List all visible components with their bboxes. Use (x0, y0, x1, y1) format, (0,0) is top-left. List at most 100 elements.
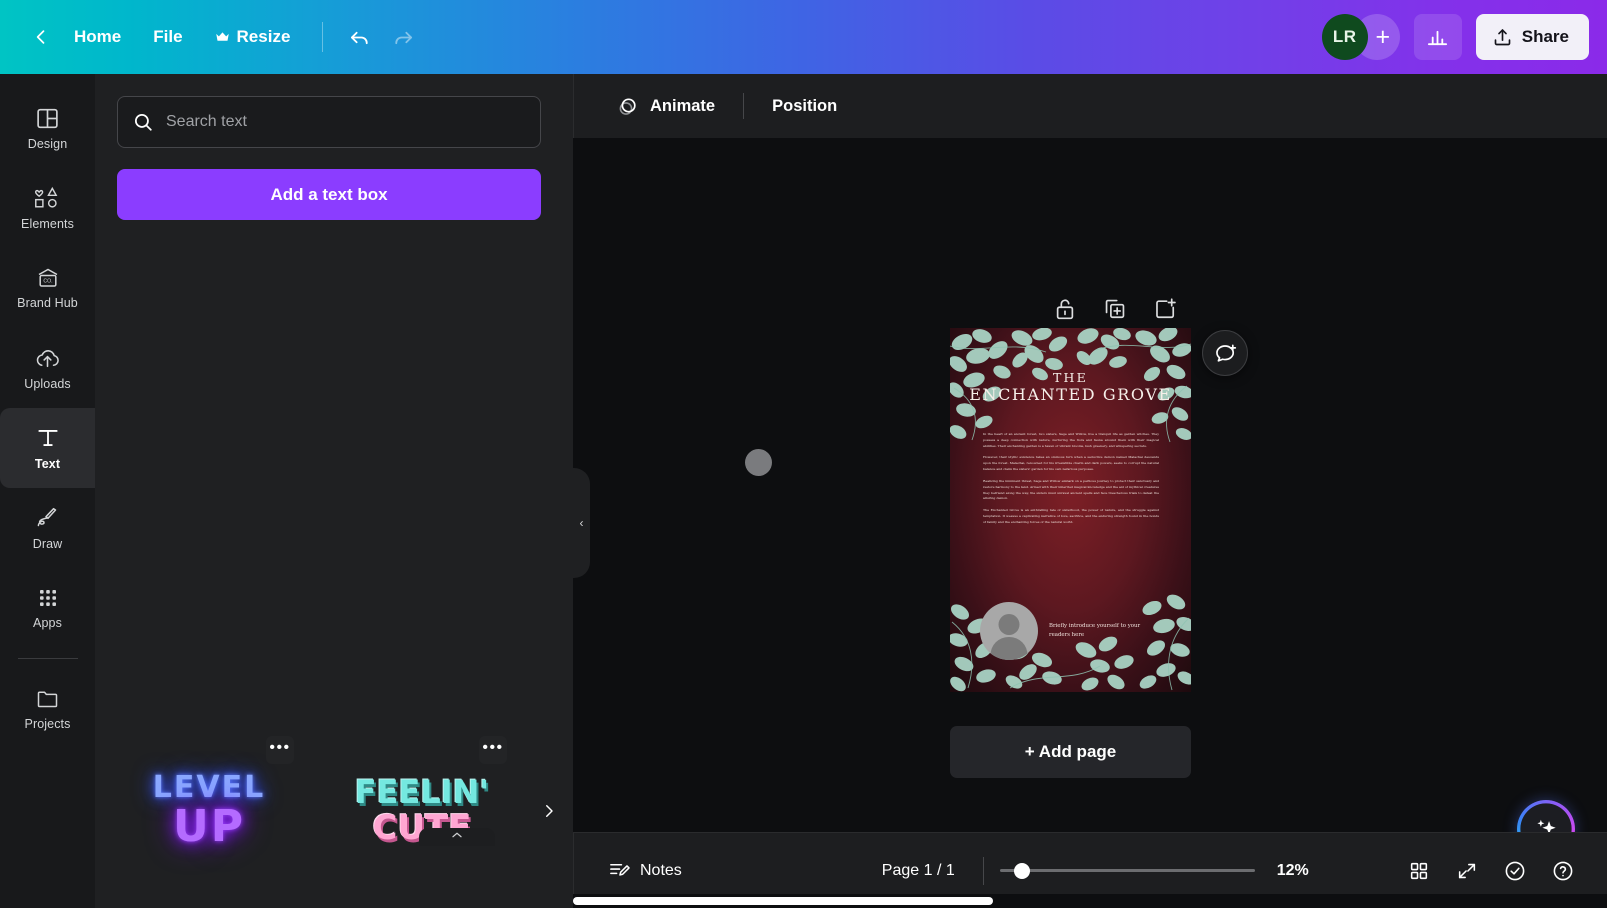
file-menu[interactable]: File (137, 18, 198, 56)
zoom-thumb[interactable] (1013, 862, 1030, 879)
poster-title-line1: THE (1053, 370, 1088, 385)
carousel-next-button[interactable] (533, 791, 565, 831)
poster-title: THE ENCHANTED GROVE (950, 370, 1191, 405)
file-label: File (153, 27, 183, 46)
sidebar-label-projects: Projects (24, 717, 71, 731)
add-text-box-button[interactable]: Add a text box (117, 169, 541, 220)
poster-paragraph-2: However, their idyllic existence takes a… (983, 455, 1159, 472)
sidebar-label-elements: Elements (21, 216, 74, 231)
design-page-1[interactable]: THE ENCHANTED GROVE In the heart of an a… (950, 328, 1191, 692)
duplicate-page-icon[interactable] (1102, 296, 1130, 324)
resize-menu[interactable]: Resize (199, 18, 307, 56)
bar-chart-icon (1426, 26, 1449, 49)
profile-avatar-placeholder (980, 602, 1038, 660)
insights-button[interactable] (1413, 14, 1462, 60)
animate-button[interactable]: Animate (600, 85, 731, 127)
undo-button[interactable] (339, 16, 381, 58)
redo-button[interactable] (381, 16, 423, 58)
sidebar-item-draw[interactable]: Draw (0, 488, 95, 568)
text-style-carousel: ••• LEVEL UP ••• FEELIN' CUTE (95, 706, 573, 886)
add-page-button[interactable]: + Add page (950, 726, 1191, 778)
canvas-toolbar: Animate Position (573, 74, 1607, 138)
zoom-track (999, 869, 1255, 872)
position-button[interactable]: Position (756, 85, 853, 127)
projects-icon (35, 687, 61, 711)
text-style-card-feelin-cute[interactable]: ••• FEELIN' CUTE (333, 736, 511, 886)
zoom-slider[interactable] (999, 861, 1255, 881)
sidebar-label-text: Text (34, 457, 61, 471)
svg-text:CO.: CO. (43, 279, 52, 285)
lock-icon[interactable] (1052, 296, 1080, 324)
expand-icon (1456, 860, 1478, 882)
sidebar-item-design[interactable]: Design (0, 88, 95, 168)
notes-icon (608, 859, 631, 882)
help-icon (1551, 859, 1575, 883)
saved-status-button[interactable] (1493, 849, 1537, 893)
sidebar-item-elements[interactable]: Elements (0, 168, 95, 248)
poster-paragraph-3: Realizing the imminent threat, Sage and … (983, 478, 1159, 501)
fullscreen-button[interactable] (1445, 849, 1489, 893)
profile-text: Briefly introduce yourself to your reade… (1049, 622, 1141, 638)
search-input[interactable] (166, 113, 526, 131)
add-page-icon[interactable] (1152, 296, 1180, 324)
poster-title-line2: ENCHANTED GROVE (969, 385, 1172, 405)
share-label: Share (1521, 27, 1569, 46)
sidebar-item-text[interactable]: Text (0, 408, 95, 488)
sidebar-label-uploads: Uploads (24, 376, 71, 391)
sidebar-item-uploads[interactable]: Uploads (0, 328, 95, 408)
check-circle-icon (1503, 859, 1527, 883)
canvas-element-circle[interactable] (745, 449, 772, 476)
share-button[interactable]: Share (1475, 14, 1589, 60)
text-icon (35, 425, 61, 451)
chevron-right-icon (540, 799, 558, 823)
expand-pages-panel-button[interactable] (419, 828, 495, 846)
card-menu-button-1[interactable]: ••• (266, 736, 294, 764)
horizontal-scrollbar-track[interactable] (573, 894, 1607, 908)
chevron-up-icon (450, 829, 464, 841)
poster-body: In the heart of an ancient forest, two s… (983, 432, 1159, 532)
sidebar-label-apps: Apps (33, 616, 62, 630)
brand-hub-icon: CO. (35, 266, 61, 290)
share-icon (1492, 27, 1513, 48)
horizontal-scrollbar-thumb[interactable] (573, 897, 993, 905)
help-button[interactable] (1541, 849, 1585, 893)
home-menu[interactable]: Home (58, 18, 137, 56)
poster-paragraph-4: The Enchanted Grove is an enthralling ta… (983, 508, 1159, 524)
grid-icon (1408, 860, 1430, 882)
search-icon (132, 111, 154, 133)
sidebar-item-brand-hub[interactable]: CO. Brand Hub (0, 248, 95, 328)
sidebar-item-projects[interactable]: Projects (0, 669, 95, 749)
page-label: Page 1 / 1 (881, 861, 955, 879)
animate-label: Animate (650, 96, 716, 115)
notes-label: Notes (640, 861, 682, 879)
sidebar-label-draw: Draw (32, 536, 63, 551)
poster-profile: Briefly introduce yourself to your reade… (980, 600, 1165, 662)
page-indicator[interactable]: Page 1 / 1 (870, 850, 967, 892)
card-menu-button-2[interactable]: ••• (479, 736, 507, 764)
add-comment-button[interactable] (1202, 330, 1248, 376)
back-button[interactable] (24, 20, 58, 54)
elements-icon (34, 186, 61, 211)
home-label: Home (74, 27, 122, 46)
text-style-line2-1: UP (173, 801, 245, 852)
position-label: Position (772, 96, 838, 115)
sidebar-item-apps[interactable]: Apps (0, 568, 95, 648)
grid-view-button[interactable] (1397, 849, 1441, 893)
sidebar-label-design: Design (27, 136, 68, 151)
collapse-panel-handle[interactable]: ‹ (573, 468, 590, 578)
canvas-area: Animate Position THE ENCHANTED GROVE In … (573, 74, 1607, 908)
avatar-initials: LR (1332, 27, 1357, 46)
animate-icon (616, 94, 640, 118)
left-rail: Design Elements CO. Brand Hub Uploads Te… (0, 74, 95, 908)
poster-paragraph-1: In the heart of an ancient forest, two s… (983, 432, 1159, 448)
crown-icon (215, 31, 230, 43)
canvas-stage[interactable]: THE ENCHANTED GROVE In the heart of an a… (573, 138, 1607, 908)
notes-button[interactable]: Notes (596, 850, 694, 892)
apps-icon (36, 586, 60, 610)
text-style-card-level-up[interactable]: ••• LEVEL UP (120, 736, 298, 886)
comment-plus-icon (1213, 341, 1238, 366)
text-style-line1-2: FEELIN' (354, 773, 490, 812)
avatar[interactable]: LR (1321, 14, 1368, 60)
search-text-field[interactable] (117, 96, 541, 148)
undo-icon (349, 26, 372, 49)
